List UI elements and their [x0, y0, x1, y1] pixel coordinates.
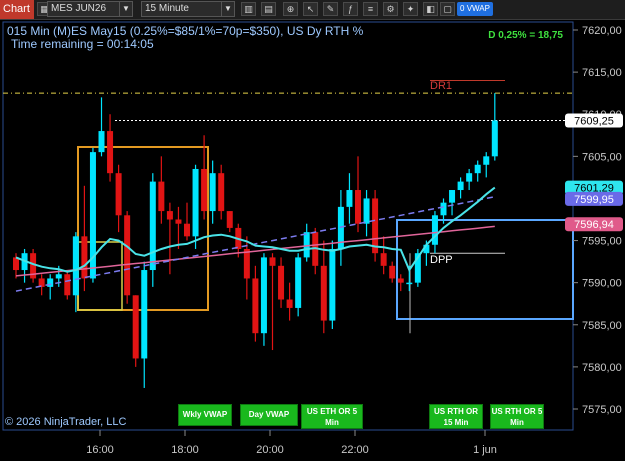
candle-body	[158, 181, 165, 212]
time-tick-label: 20:00	[256, 444, 284, 456]
price-tick-label: 7575,00	[582, 404, 622, 416]
time-tick-label: 1 jun	[473, 444, 497, 456]
candle-body	[226, 211, 233, 228]
time-tick-label: 18:00	[171, 444, 199, 456]
candle-body	[81, 236, 88, 279]
candle-body	[175, 219, 182, 224]
vwap-button[interactable]: 0 VWAP	[457, 2, 493, 16]
candle-body	[218, 173, 225, 212]
candle-body	[141, 270, 148, 359]
wkly-vwap-button[interactable]: Wkly VWAP	[178, 404, 232, 426]
candle-body	[474, 164, 481, 174]
candle-body	[64, 274, 71, 296]
zoom-icon[interactable]: ⊕	[283, 2, 298, 16]
candle-body	[329, 248, 336, 321]
candle-body	[380, 253, 387, 266]
candle-body	[286, 299, 293, 308]
candle-body	[372, 198, 379, 254]
copyright: © 2026 NinjaTrader, LLC	[5, 416, 126, 428]
candle-body	[466, 173, 473, 182]
draw-icon[interactable]: ✎	[323, 2, 338, 16]
price-marker-label: 7596,94	[574, 219, 614, 231]
interval-value: 15 Minute	[145, 3, 189, 14]
chart-trader-icon[interactable]: ◧	[423, 2, 438, 16]
chart-info-line: 015 Min (M)ES May15 (0.25%=$85/1%=70p=$3…	[7, 24, 364, 38]
price-marker-label: 7609,25	[574, 116, 614, 128]
candle-body	[124, 215, 131, 296]
candle-body	[449, 190, 456, 203]
range-stat: D 0,25% = 18,75	[488, 30, 563, 41]
price-chart[interactable]: 7620,007615,007610,007605,007600,007595,…	[0, 20, 625, 461]
time-tick-label: 16:00	[86, 444, 114, 456]
price-tick-label: 7620,00	[582, 25, 622, 37]
time-tick-label: 22:00	[341, 444, 369, 456]
candle-body	[278, 265, 285, 300]
candle-body	[243, 248, 250, 279]
candle-body	[440, 202, 447, 216]
us-eth-or-5-button[interactable]: US ETH OR 5 Min	[301, 404, 363, 429]
price-tick-label: 7595,00	[582, 236, 622, 248]
candle-body	[431, 215, 438, 245]
instrument-value: MES JUN26	[51, 3, 107, 14]
candle-body	[363, 198, 370, 224]
candle-body	[38, 278, 45, 287]
candle-body	[209, 173, 216, 212]
toolbar: Chart ▦ MES JUN26 ▼ 15 Minute ▼ ▥ ▤ ⊕ ↖ …	[0, 0, 625, 20]
day-vwap-button[interactable]: Day VWAP	[240, 404, 298, 426]
candle-body	[269, 257, 276, 266]
price-tick-label: 7585,00	[582, 320, 622, 332]
price-tick-label: 7580,00	[582, 362, 622, 374]
dr1-label: DR1	[430, 80, 452, 92]
candle-body	[346, 190, 353, 207]
snapshot-icon[interactable]: ▢	[440, 2, 455, 16]
chart-tab[interactable]: Chart	[0, 0, 34, 19]
interval-selector[interactable]: 15 Minute ▼	[141, 1, 235, 17]
candle-body	[457, 181, 464, 191]
candle-body	[491, 120, 498, 157]
candle-body	[303, 232, 310, 258]
instrument-selector[interactable]: MES JUN26 ▼	[47, 1, 133, 17]
chevron-down-icon: ▼	[119, 2, 132, 16]
candle-body	[166, 211, 173, 220]
candle-body	[184, 223, 190, 237]
candle-body	[149, 181, 156, 271]
indicators-icon[interactable]: ƒ	[343, 2, 358, 16]
candle-body	[115, 173, 122, 216]
candle-body	[355, 190, 361, 224]
candle-body	[295, 257, 302, 308]
chevron-down-icon: ▼	[221, 2, 234, 16]
candle-body	[132, 295, 139, 359]
candle-body	[252, 278, 259, 334]
bar-type-icon[interactable]: ▤	[261, 2, 276, 16]
candle-body	[192, 168, 199, 237]
candle-body	[98, 131, 105, 153]
candle-body	[260, 257, 267, 334]
candle-body	[483, 156, 490, 165]
candle-body	[320, 265, 327, 321]
candle-body	[47, 278, 54, 287]
candle-body	[406, 282, 413, 285]
bars-icon[interactable]: ▥	[241, 2, 256, 16]
candle-body	[201, 168, 208, 212]
price-tick-label: 7590,00	[582, 278, 622, 290]
candle-body	[389, 265, 396, 279]
price-tick-label: 7605,00	[582, 151, 622, 163]
candle-body	[72, 236, 79, 296]
candle-body	[397, 278, 404, 283]
properties-icon[interactable]: ⚙	[383, 2, 398, 16]
price-marker-label: 7599,95	[574, 194, 614, 206]
candle-body	[107, 131, 114, 174]
candle-body	[55, 274, 62, 279]
time-remaining: Time remaining = 00:14:05	[11, 37, 154, 51]
cursor-icon[interactable]: ↖	[303, 2, 318, 16]
us-rth-or-5-button[interactable]: US RTH OR 5 Min	[490, 404, 544, 429]
us-rth-or-15-button[interactable]: US RTH OR 15 Min	[429, 404, 483, 429]
templates-icon[interactable]: ≡	[363, 2, 378, 16]
price-tick-label: 7615,00	[582, 67, 622, 79]
strategies-icon[interactable]: ✦	[403, 2, 418, 16]
dpp-label: DPP	[430, 254, 453, 266]
